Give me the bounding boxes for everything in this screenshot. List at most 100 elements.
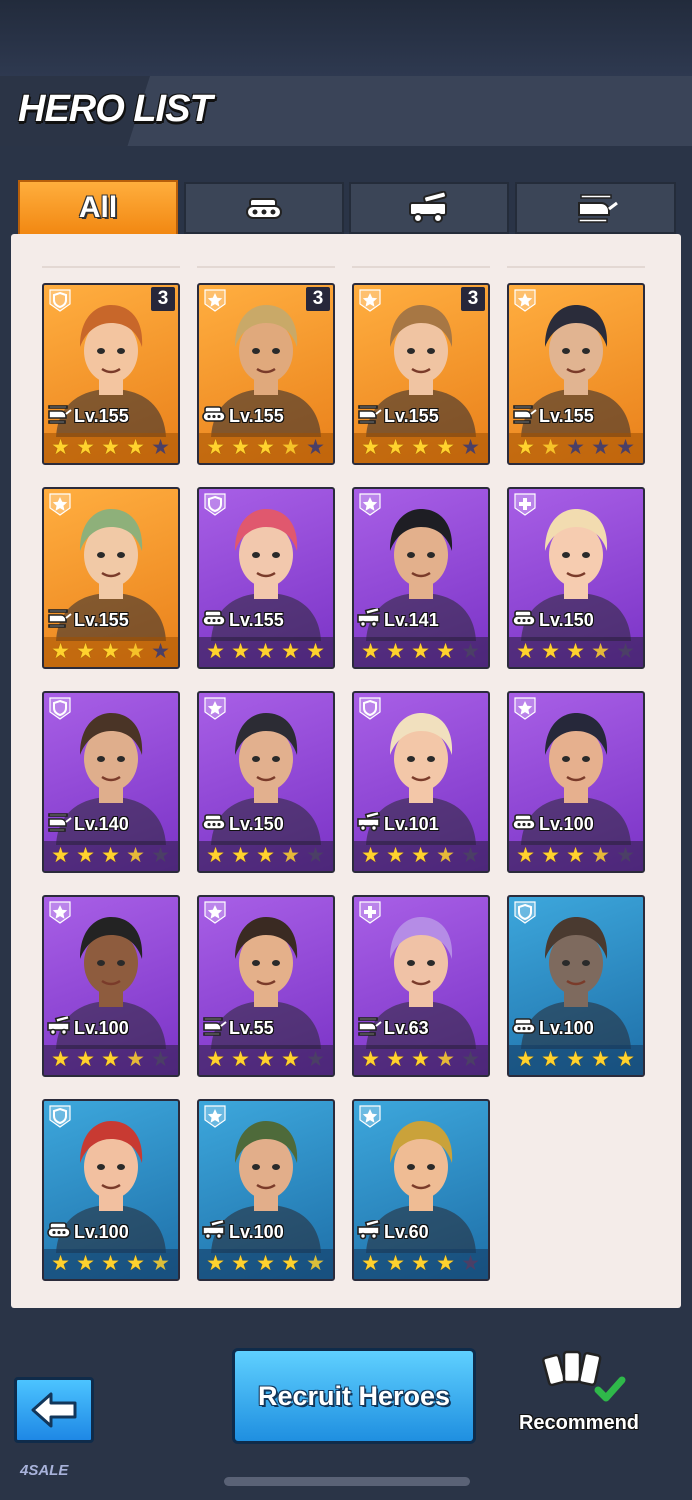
star-rating: ★ ★ ★ ★ ★	[44, 841, 178, 871]
star-icon: ★	[361, 844, 380, 867]
hero-card[interactable]: Lv.60 ★ ★ ★ ★ ★	[352, 1099, 490, 1281]
star-rating: ★ ★ ★ ★ ★	[354, 433, 488, 463]
star-icon: ★	[101, 1252, 120, 1275]
star-icon: ★	[281, 844, 300, 867]
hero-card[interactable]: Lv.63 ★ ★ ★ ★ ★	[352, 895, 490, 1077]
back-arrow-icon	[31, 1392, 77, 1428]
star-icon: ★	[126, 436, 145, 459]
star-icon: ★	[386, 436, 405, 459]
star-icon: ★	[516, 640, 535, 663]
star-icon: ★	[151, 640, 170, 663]
star-rating: ★ ★ ★ ★ ★	[354, 841, 488, 871]
hero-level: Lv.63	[384, 1017, 429, 1038]
hero-card[interactable]: Lv.155 ★ ★ ★ ★ ★	[197, 487, 335, 669]
star-rating: ★ ★ ★ ★ ★	[509, 433, 643, 463]
missile-unit-icon	[356, 1217, 382, 1245]
divider	[197, 266, 335, 268]
tank-unit-icon	[46, 1220, 72, 1245]
tab-missile[interactable]	[349, 182, 509, 234]
hero-card[interactable]: Lv.55 ★ ★ ★ ★ ★	[197, 895, 335, 1077]
star-rating: ★ ★ ★ ★ ★	[199, 1045, 333, 1075]
watermark: 4SALE	[20, 1462, 69, 1479]
star-icon: ★	[206, 436, 225, 459]
star-rating: ★ ★ ★ ★ ★	[509, 637, 643, 667]
hero-card[interactable]: Lv.150 ★ ★ ★ ★ ★	[507, 487, 645, 669]
star-rating: ★ ★ ★ ★ ★	[44, 637, 178, 667]
star-icon: ★	[516, 436, 535, 459]
star-icon: ★	[361, 640, 380, 663]
star-rating: ★ ★ ★ ★ ★	[354, 1045, 488, 1075]
star-icon: ★	[566, 844, 585, 867]
hero-card[interactable]: Lv.155 ★ ★ ★ ★ ★	[42, 487, 180, 669]
hero-count-badge: 3	[151, 287, 175, 311]
star-rating: ★ ★ ★ ★ ★	[199, 1249, 333, 1279]
hero-card[interactable]: Lv.100 ★ ★ ★ ★ ★	[42, 895, 180, 1077]
home-indicator[interactable]	[224, 1477, 470, 1486]
back-button[interactable]	[14, 1377, 94, 1443]
tank-unit-icon	[511, 812, 537, 837]
hero-card[interactable]: 3 Lv.155 ★ ★ ★ ★ ★	[197, 283, 335, 465]
missile-truck-icon	[409, 191, 447, 223]
star-icon: ★	[306, 1252, 325, 1275]
star-rating: ★ ★ ★ ★ ★	[44, 1045, 178, 1075]
hero-count-badge: 3	[461, 287, 485, 311]
star-icon: ★	[51, 844, 70, 867]
hero-card[interactable]: 3 Lv.155 ★ ★ ★ ★ ★	[352, 283, 490, 465]
recruit-heroes-button[interactable]: Recruit Heroes	[232, 1348, 476, 1444]
star-icon: ★	[126, 844, 145, 867]
star-rating: ★ ★ ★ ★ ★	[509, 1045, 643, 1075]
star-icon: ★	[461, 844, 480, 867]
star-rating: ★ ★ ★ ★ ★	[354, 637, 488, 667]
hero-card[interactable]: Lv.141 ★ ★ ★ ★ ★	[352, 487, 490, 669]
hero-card[interactable]: Lv.100 ★ ★ ★ ★ ★	[507, 691, 645, 873]
hero-card[interactable]: Lv.100 ★ ★ ★ ★ ★	[507, 895, 645, 1077]
hero-card[interactable]: Lv.100 ★ ★ ★ ★ ★	[42, 1099, 180, 1281]
star-icon: ★	[126, 1252, 145, 1275]
tab-helicopter[interactable]	[515, 182, 676, 234]
star-icon: ★	[206, 844, 225, 867]
star-icon: ★	[76, 436, 95, 459]
star-rating: ★ ★ ★ ★ ★	[354, 1249, 488, 1279]
star-icon: ★	[306, 436, 325, 459]
star-icon: ★	[151, 1048, 170, 1071]
level-row: Lv.155	[46, 607, 129, 633]
star-rating: ★ ★ ★ ★ ★	[44, 1249, 178, 1279]
star-icon: ★	[436, 640, 455, 663]
star-icon: ★	[206, 1048, 225, 1071]
star-icon: ★	[411, 1252, 430, 1275]
star-icon: ★	[591, 844, 610, 867]
star-icon: ★	[76, 1252, 95, 1275]
helicopter-unit-icon	[356, 1016, 382, 1041]
tank-unit-icon	[511, 1016, 537, 1041]
star-rating: ★ ★ ★ ★ ★	[199, 433, 333, 463]
star-icon: ★	[206, 1252, 225, 1275]
star-icon: ★	[256, 436, 275, 459]
level-row: Lv.100	[46, 1219, 129, 1245]
star-icon: ★	[231, 844, 250, 867]
missile-unit-icon	[356, 809, 382, 837]
tab-all[interactable]: All	[18, 180, 178, 244]
hero-card[interactable]: Lv.140 ★ ★ ★ ★ ★	[42, 691, 180, 873]
tab-tank[interactable]	[184, 182, 344, 234]
star-icon: ★	[541, 844, 560, 867]
star-rating: ★ ★ ★ ★ ★	[509, 841, 643, 871]
star-icon: ★	[411, 640, 430, 663]
hero-level: Lv.150	[539, 609, 594, 630]
hero-level: Lv.140	[74, 813, 129, 834]
hero-card[interactable]: Lv.155 ★ ★ ★ ★ ★	[507, 283, 645, 465]
level-row: Lv.55	[201, 1015, 274, 1041]
star-icon: ★	[151, 436, 170, 459]
star-icon: ★	[436, 844, 455, 867]
tank-icon	[246, 198, 282, 219]
star-icon: ★	[436, 436, 455, 459]
recommend-button[interactable]: Recommend	[512, 1346, 646, 1442]
hero-card[interactable]: Lv.101 ★ ★ ★ ★ ★	[352, 691, 490, 873]
star-icon: ★	[101, 640, 120, 663]
star-icon: ★	[411, 436, 430, 459]
level-row: Lv.150	[201, 811, 284, 837]
hero-card[interactable]: Lv.150 ★ ★ ★ ★ ★	[197, 691, 335, 873]
hero-level: Lv.55	[229, 1017, 274, 1038]
hero-level: Lv.101	[384, 813, 439, 834]
hero-card[interactable]: Lv.100 ★ ★ ★ ★ ★	[197, 1099, 335, 1281]
hero-card[interactable]: 3 Lv.155 ★ ★ ★ ★ ★	[42, 283, 180, 465]
